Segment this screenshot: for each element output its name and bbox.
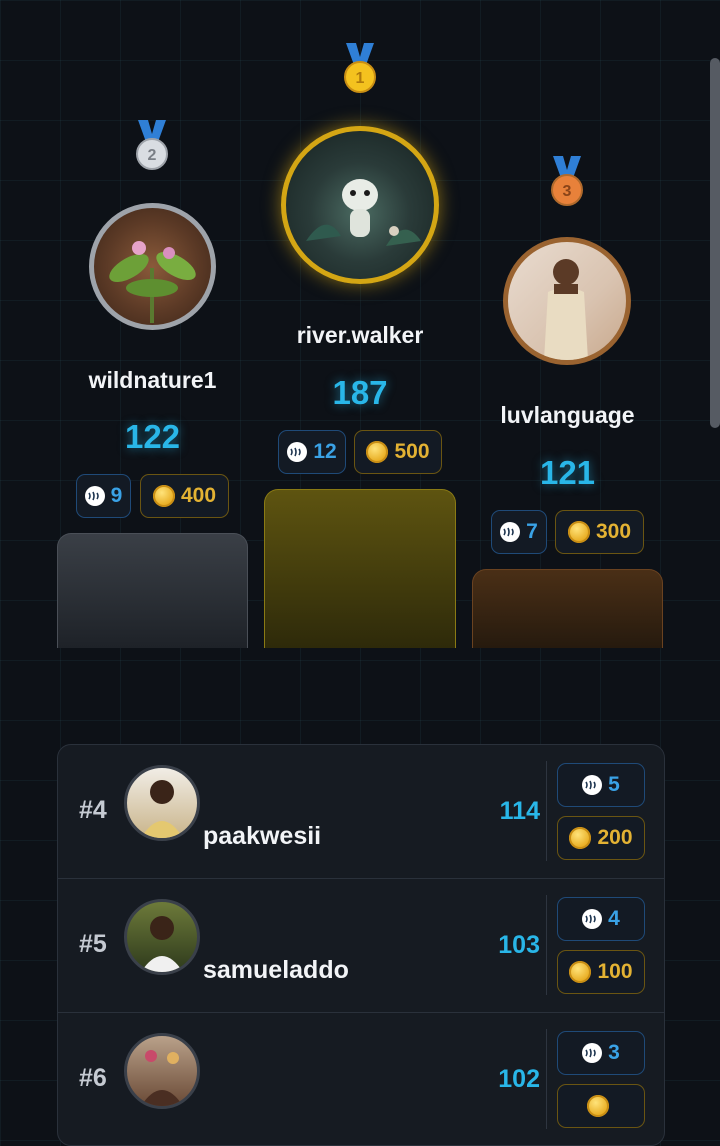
steem-count: 4 (608, 907, 620, 930)
rank-label: #6 (79, 1064, 107, 1092)
coin-icon (569, 961, 592, 983)
steem-badge-second: 9 (76, 474, 131, 518)
username[interactable]: paakwesii (203, 822, 321, 851)
steem-badge: 3 (557, 1031, 645, 1075)
steem-badge-third: 7 (491, 510, 547, 554)
coin-badge-third: 300 (555, 510, 644, 554)
svg-text:1: 1 (356, 70, 365, 87)
row-divider (546, 761, 547, 861)
avatar-second[interactable] (89, 203, 216, 330)
coin-count-first: 500 (394, 440, 430, 463)
steem-count: 3 (608, 1041, 620, 1064)
steem-badge: 5 (557, 763, 645, 807)
avatar-first[interactable] (281, 126, 439, 284)
coin-badge-second: 400 (140, 474, 229, 518)
coin-count: 100 (597, 960, 633, 983)
coin-badge: 200 (557, 816, 645, 860)
steem-count: 5 (608, 773, 620, 796)
avatar[interactable] (124, 1033, 200, 1109)
steem-icon (287, 442, 308, 462)
steem-badge: 4 (557, 897, 645, 941)
score: 114 (499, 797, 540, 825)
coin-count: 200 (597, 826, 633, 849)
score: 103 (498, 931, 540, 959)
score-first: 187 (332, 374, 388, 411)
coin-badge-first: 500 (354, 430, 442, 474)
score-third: 121 (539, 454, 596, 491)
row-divider (546, 1029, 547, 1129)
podium-block-second (57, 533, 248, 648)
leaderboard-row[interactable]: #4 paakwesii 114 5 200 (58, 745, 664, 879)
avatar-third[interactable] (503, 237, 631, 365)
podium-block-third (472, 569, 663, 648)
podium-block-first (264, 489, 456, 648)
avatar[interactable] (124, 899, 200, 975)
score: 102 (498, 1065, 540, 1093)
svg-text:3: 3 (563, 183, 572, 200)
coin-icon (152, 485, 175, 507)
username-second[interactable]: wildnature1 (57, 367, 248, 394)
steem-icon (582, 775, 603, 795)
bronze-medal-icon: 3 (551, 156, 583, 206)
steem-count-second: 9 (110, 484, 123, 507)
rank-label: #4 (79, 796, 107, 824)
row-divider (546, 895, 547, 995)
scrollbar[interactable] (710, 58, 720, 428)
coin-count-third: 300 (595, 520, 632, 543)
score-second: 122 (124, 418, 181, 455)
username[interactable]: samueladdo (203, 956, 349, 985)
rank-label: #5 (79, 930, 107, 958)
svg-text:2: 2 (148, 147, 157, 164)
steem-icon (582, 1043, 603, 1063)
steem-icon (84, 486, 105, 506)
steem-count-third: 7 (526, 520, 538, 543)
coin-badge (557, 1084, 645, 1128)
silver-medal-icon: 2 (136, 120, 168, 170)
leaderboard-row[interactable]: #6 102 3 (58, 1013, 664, 1145)
avatar-first-image (306, 179, 421, 246)
steem-icon (500, 522, 521, 542)
steem-badge-first: 12 (278, 430, 346, 474)
coin-badge: 100 (557, 950, 645, 994)
username-third[interactable]: luvlanguage (472, 402, 663, 429)
avatar[interactable] (124, 765, 200, 841)
coin-icon (569, 827, 592, 849)
coin-icon (587, 1095, 609, 1117)
steem-icon (582, 909, 603, 929)
username-first[interactable]: river.walker (264, 322, 456, 349)
coin-icon (366, 441, 389, 463)
leaderboard-row[interactable]: #5 samueladdo 103 4 100 (58, 879, 664, 1013)
avatar-second-image (109, 241, 196, 323)
coin-count-second: 400 (180, 484, 217, 507)
coin-icon (567, 521, 590, 543)
gold-medal-icon: 1 (344, 43, 376, 93)
steem-count-first: 12 (313, 440, 337, 463)
avatar-third-image (544, 259, 588, 360)
